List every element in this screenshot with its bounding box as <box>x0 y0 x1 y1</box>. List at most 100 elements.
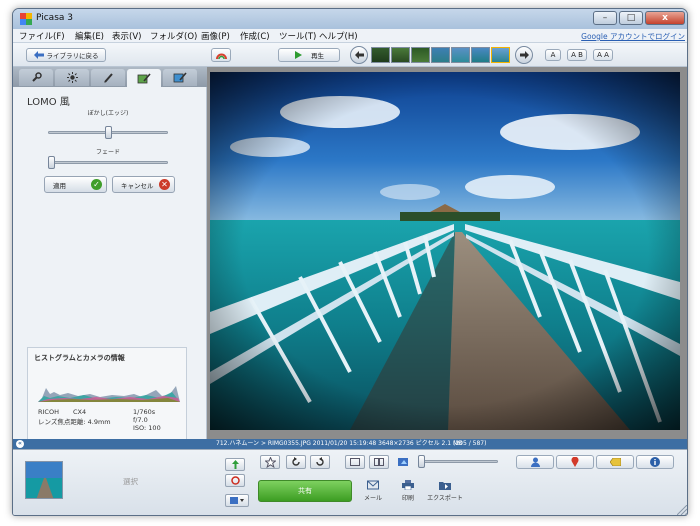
email-label: メール <box>363 495 382 502</box>
export-folder-icon <box>439 482 451 490</box>
tab-basic-fixes[interactable] <box>19 69 53 86</box>
edit-tabs <box>13 67 207 87</box>
color-wheel-icon <box>215 53 227 59</box>
photo-brush-icon <box>137 72 151 83</box>
mail-icon <box>367 480 379 490</box>
menu-file[interactable]: ファイル(F) <box>19 30 65 42</box>
arrow-right-icon <box>519 51 529 59</box>
print-button[interactable]: 印刷 <box>388 480 428 502</box>
iso-value: ISO: 100 <box>133 424 161 432</box>
fade-slider[interactable] <box>48 161 168 164</box>
status-bar: « 712.ハネムーン > RIMG0355.JPG 2011/01/20 15… <box>13 439 687 449</box>
caption-filename-button[interactable]: A B <box>567 49 587 61</box>
tab-effects[interactable] <box>91 69 125 86</box>
filmstrip-thumb[interactable] <box>451 47 470 63</box>
pin-icon <box>231 460 239 469</box>
camera-make: RICOH <box>38 408 59 416</box>
rotate-left-button[interactable] <box>286 455 306 469</box>
previous-photo-button[interactable] <box>350 46 368 64</box>
photo-position: (205 / 587) <box>453 440 487 447</box>
tab-tuning[interactable] <box>55 69 89 86</box>
menu-picture[interactable]: 画像(P) <box>201 30 230 42</box>
window-title: Picasa 3 <box>36 13 73 23</box>
tray-thumbnail[interactable] <box>25 461 63 499</box>
rotate-right-icon <box>316 457 324 466</box>
tab-effects-3[interactable] <box>163 69 197 86</box>
filmstrip-thumb[interactable] <box>431 47 450 63</box>
menu-bar: ファイル(F) 編集(E) 表示(V) フォルダ(O) 画像(P) 作成(C) … <box>13 29 687 43</box>
main-photo[interactable] <box>210 72 680 430</box>
compare-view-button[interactable] <box>369 455 389 469</box>
filmstrip-thumb[interactable] <box>411 47 430 63</box>
shutter-speed: 1/760s <box>133 408 156 416</box>
people-button[interactable] <box>516 455 554 469</box>
menu-edit[interactable]: 編集(E) <box>75 30 104 42</box>
photo-info-path: 712.ハネムーン > RIMG0355.JPG 2011/01/20 15:1… <box>216 440 463 447</box>
rotate-left-icon <box>292 457 300 466</box>
filmstrip-thumb[interactable] <box>471 47 490 63</box>
cancel-button[interactable]: キャンセル ✕ <box>112 176 175 193</box>
add-to-album-button[interactable] <box>225 494 249 507</box>
apply-label: 適用 <box>53 181 66 190</box>
maximize-button[interactable]: □ <box>619 11 643 25</box>
apply-button[interactable]: 適用 ✓ <box>44 176 107 193</box>
share-button[interactable]: 共有 <box>258 480 352 502</box>
clear-tray-button[interactable] <box>225 474 245 487</box>
edge-blur-label: ぼかし(エッジ) <box>87 110 129 117</box>
effect-title: LOMO 風 <box>27 97 70 108</box>
tab-effects-2[interactable] <box>127 69 161 87</box>
back-to-library-label: ライブラリに戻る <box>46 52 99 60</box>
tag-icon <box>609 458 621 466</box>
photo-brush-icon <box>173 72 187 83</box>
brush-icon <box>103 73 113 83</box>
cancel-label: キャンセル <box>121 181 154 190</box>
edge-blur-slider-knob[interactable] <box>104 126 112 139</box>
filmstrip-thumb[interactable] <box>391 47 410 63</box>
filmstrip-thumb[interactable] <box>371 47 390 63</box>
menu-help[interactable]: ヘルプ(H) <box>319 30 358 42</box>
menu-folder[interactable]: フォルダ(O) <box>150 30 197 42</box>
minimize-button[interactable]: – <box>593 11 617 25</box>
next-photo-button[interactable] <box>515 46 533 64</box>
fade-slider-knob[interactable] <box>48 156 55 169</box>
filmstrip-thumb-current[interactable] <box>491 47 510 63</box>
tags-button[interactable] <box>596 455 634 469</box>
collapse-panel-icon[interactable]: « <box>16 440 24 448</box>
printer-icon <box>402 480 414 490</box>
window-controls: – □ x <box>593 11 685 25</box>
resize-grip-icon[interactable] <box>677 505 687 515</box>
play-slideshow-button[interactable]: 再生 <box>278 48 340 62</box>
close-button[interactable]: x <box>645 11 685 25</box>
print-label: 印刷 <box>401 495 414 502</box>
properties-button[interactable] <box>636 455 674 469</box>
photo-tray: 選択 共有 メール 印刷 エクスポート <box>13 449 687 515</box>
arrow-left-icon <box>33 51 44 59</box>
star-icon <box>264 456 276 468</box>
export-button[interactable]: エクスポート <box>423 480 467 502</box>
zoom-slider[interactable] <box>418 460 498 463</box>
star-button[interactable] <box>260 455 280 469</box>
hold-button[interactable] <box>225 458 245 471</box>
arrow-left-icon <box>354 51 364 59</box>
rotate-right-button[interactable] <box>310 455 330 469</box>
slideshow-effect-button[interactable] <box>211 48 231 62</box>
geotag-button[interactable] <box>556 455 594 469</box>
account-login-link[interactable]: Google アカウントでログイン <box>581 31 685 42</box>
menu-view[interactable]: 表示(V) <box>112 30 141 42</box>
email-button[interactable]: メール <box>353 480 393 502</box>
tray-select-label: 選択 <box>123 477 138 486</box>
compare-view-icon <box>374 458 384 466</box>
back-to-library-button[interactable]: ライブラリに戻る <box>26 48 106 62</box>
zoom-slider-knob[interactable] <box>418 455 425 468</box>
zoom-icon <box>398 456 412 470</box>
single-view-button[interactable] <box>345 455 365 469</box>
person-icon <box>530 457 540 467</box>
photo-viewer <box>207 67 687 448</box>
menu-tools[interactable]: ツール(T) <box>279 30 316 42</box>
cancel-icon: ✕ <box>159 179 170 190</box>
caption-off-button[interactable]: A <box>545 49 561 61</box>
caption-text-button[interactable]: A A <box>593 49 613 61</box>
picasa-window: Picasa 3 – □ x ファイル(F) 編集(E) 表示(V) フォルダ(… <box>12 8 688 516</box>
map-pin-icon <box>571 457 579 467</box>
menu-create[interactable]: 作成(C) <box>240 30 270 42</box>
